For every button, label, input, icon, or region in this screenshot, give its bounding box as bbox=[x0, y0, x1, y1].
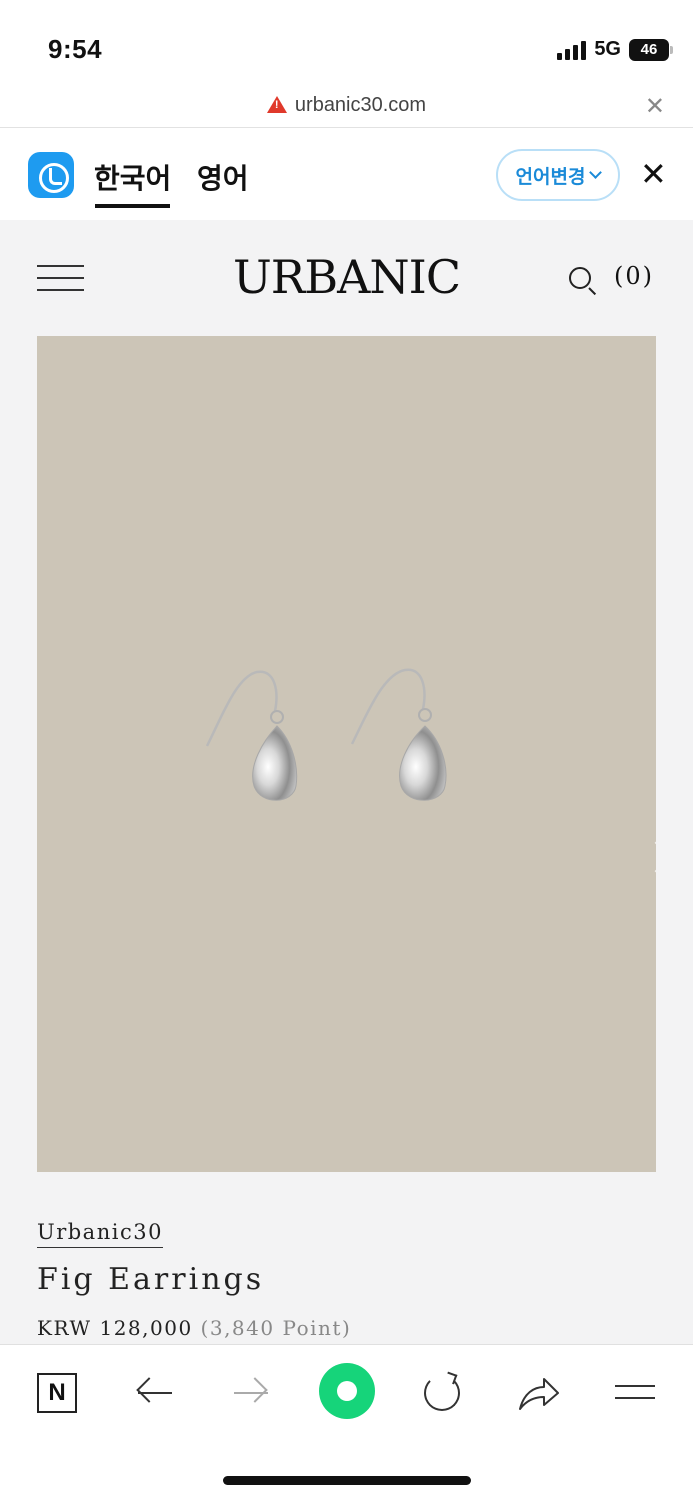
language-change-button[interactable]: 언어변경 bbox=[496, 149, 620, 201]
chevron-down-icon bbox=[589, 166, 603, 179]
tab-english[interactable]: 영어 bbox=[197, 157, 249, 197]
product-price-line: KRW 128,000 (3,840 Point) bbox=[37, 1316, 351, 1340]
close-icon[interactable]: ✕ bbox=[645, 92, 665, 121]
status-bar: 9:54 5G 46 bbox=[0, 0, 693, 88]
product-image[interactable] bbox=[37, 336, 656, 1172]
toolbar-menu-icon[interactable] bbox=[615, 1371, 659, 1415]
back-arrow-icon[interactable] bbox=[134, 1371, 178, 1415]
forward-arrow-icon[interactable] bbox=[230, 1371, 274, 1415]
naver-icon[interactable]: N bbox=[37, 1373, 77, 1413]
translate-bar: 한국어 영어 언어변경 ✕ bbox=[0, 129, 693, 220]
status-indicators: 5G 46 bbox=[557, 38, 673, 61]
url-text: urbanic30.com bbox=[294, 94, 427, 116]
network-type: 5G bbox=[594, 38, 621, 60]
warning-icon bbox=[266, 96, 287, 113]
home-indicator[interactable] bbox=[223, 1476, 471, 1485]
search-icon[interactable] bbox=[569, 267, 591, 289]
product-name: Fig Earrings bbox=[37, 1262, 265, 1297]
green-dot-icon[interactable] bbox=[319, 1363, 375, 1419]
translate-close-icon[interactable]: ✕ bbox=[640, 155, 667, 193]
language-change-label: 언어변경 bbox=[515, 166, 586, 188]
url-display[interactable]: urbanic30.com bbox=[0, 94, 693, 117]
product-price: KRW 128,000 bbox=[37, 1316, 193, 1340]
earrings-illustration bbox=[205, 668, 447, 801]
tab-korean[interactable]: 한국어 bbox=[94, 157, 171, 197]
battery-level: 46 bbox=[640, 41, 658, 58]
status-time: 9:54 bbox=[48, 34, 103, 64]
product-points: (3,840 Point) bbox=[200, 1316, 352, 1340]
site-content: URBANIC (0) Urbanic30 Fig Earrings KRW 1… bbox=[0, 220, 693, 1344]
share-icon[interactable] bbox=[516, 1371, 560, 1415]
url-bar[interactable]: urbanic30.com ✕ bbox=[0, 88, 693, 128]
product-brand[interactable]: Urbanic30 bbox=[37, 1220, 163, 1248]
active-tab-indicator bbox=[95, 204, 170, 208]
signal-icon bbox=[557, 40, 587, 60]
refresh-icon[interactable] bbox=[420, 1371, 464, 1415]
battery-icon: 46 bbox=[629, 38, 673, 61]
cart-count[interactable]: (0) bbox=[614, 262, 654, 290]
papago-icon[interactable] bbox=[28, 152, 74, 198]
